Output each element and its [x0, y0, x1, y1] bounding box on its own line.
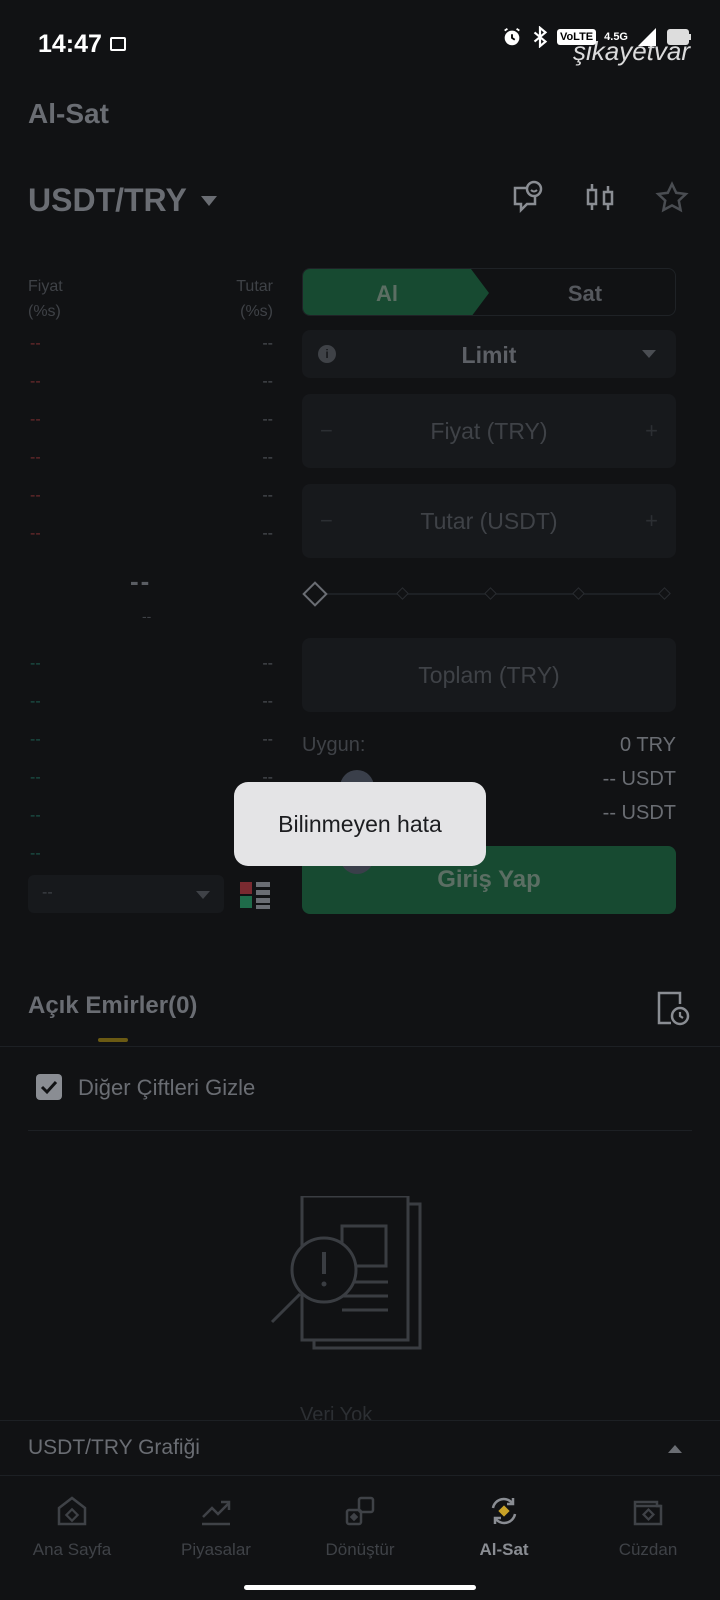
order-book-amount-header: Tutar (%s) — [236, 278, 273, 320]
order-book-view-icon[interactable] — [240, 880, 270, 910]
status-bar: 14:47 VoLTE 4.5G şikayetvar — [0, 0, 720, 92]
fee-value: -- USDT — [602, 802, 676, 824]
bluetooth-icon — [533, 26, 548, 48]
chevron-down-icon — [196, 891, 210, 899]
slider-tick-25[interactable] — [396, 587, 409, 600]
pair-label: USDT/TRY — [28, 182, 187, 218]
bid-row[interactable]: ---- — [28, 769, 273, 789]
watermark-logo: şikayetvar — [572, 36, 690, 66]
amount-increment-button[interactable]: + — [645, 508, 658, 534]
slider-tick-100[interactable] — [658, 587, 671, 600]
ask-row[interactable]: -- -- — [28, 411, 273, 431]
depth-select-value: -- — [42, 884, 53, 901]
candlestick-icon[interactable] — [582, 180, 618, 216]
max-buy-value: -- USDT — [602, 768, 676, 790]
last-price-fiat: -- — [142, 608, 152, 624]
status-time: 14:47 — [38, 30, 102, 58]
ask-row[interactable]: -- -- — [28, 525, 273, 545]
top-actions — [510, 180, 690, 216]
ask-row[interactable]: -- -- — [28, 487, 273, 507]
bid-row[interactable]: ---- — [28, 655, 273, 675]
amount-placeholder: Tutar (USDT) — [420, 508, 558, 534]
ask-row[interactable]: -- -- — [28, 335, 273, 355]
convert-icon — [345, 1496, 375, 1526]
slider-tick-50[interactable] — [484, 587, 497, 600]
tab-buy[interactable]: Al — [303, 269, 489, 315]
order-history-icon[interactable] — [656, 990, 690, 1026]
active-tab-indicator — [98, 1038, 128, 1042]
total-placeholder: Toplam (TRY) — [418, 662, 560, 688]
nav-wallet[interactable]: Cüzdan — [576, 1494, 720, 1560]
order-book-price-header: Fiyat (%s) — [28, 278, 63, 320]
star-icon[interactable] — [654, 180, 690, 216]
order-type-value: Limit — [461, 342, 517, 368]
trade-icon — [491, 1497, 517, 1525]
error-toast: Bilinmeyen hata — [234, 782, 486, 866]
available-value: 0 TRY — [620, 734, 676, 756]
slider-tick-75[interactable] — [572, 587, 585, 600]
pair-selector[interactable]: USDT/TRY — [28, 182, 217, 219]
order-type-select[interactable]: i Limit — [302, 330, 676, 378]
available-label: Uygun: — [302, 734, 366, 756]
page-title: Al-Sat — [28, 98, 109, 129]
markets-icon — [202, 1500, 231, 1526]
alarm-icon — [504, 27, 520, 46]
empty-state-document-icon — [270, 1196, 422, 1350]
total-input[interactable]: Toplam (TRY) — [302, 638, 676, 712]
ask-row[interactable]: -- -- — [28, 449, 273, 469]
nav-home[interactable]: Ana Sayfa — [0, 1494, 144, 1560]
chart-toggle-label: USDT/TRY Grafiği — [28, 1436, 200, 1459]
nav-convert[interactable]: Dönüştür — [288, 1494, 432, 1560]
slider-handle[interactable] — [302, 581, 328, 607]
wallet-icon — [633, 1500, 663, 1526]
price-increment-button[interactable]: + — [645, 418, 658, 444]
chevron-up-icon — [668, 1445, 682, 1453]
gallery-notification-icon — [110, 37, 126, 51]
chart-toggle-bar[interactable]: USDT/TRY Grafiği — [0, 1420, 720, 1476]
nav-trade[interactable]: Al-Sat — [432, 1494, 576, 1560]
price-input[interactable]: − Fiyat (TRY) + — [302, 394, 676, 468]
bid-row[interactable]: ---- — [28, 731, 273, 751]
tab-sell[interactable]: Sat — [493, 281, 675, 307]
last-price: -- — [130, 566, 152, 596]
amount-input[interactable]: − Tutar (USDT) + — [302, 484, 676, 558]
hide-other-pairs-checkbox[interactable] — [36, 1074, 62, 1100]
checkmark-icon — [40, 1080, 58, 1095]
hide-other-pairs-label[interactable]: Diğer Çiftleri Gizle — [78, 1075, 255, 1101]
divider — [28, 1130, 692, 1131]
tab-open-orders[interactable]: Açık Emirler(0) — [28, 992, 197, 1020]
bid-row[interactable]: ---- — [28, 693, 273, 713]
divider — [0, 1046, 720, 1047]
price-placeholder: Fiyat (TRY) — [430, 418, 548, 444]
home-icon — [57, 1496, 87, 1526]
ask-row[interactable]: -- -- — [28, 373, 273, 393]
bottom-nav: Ana Sayfa Piyasalar Dönüştür Al-Sat Cüzd… — [0, 1476, 720, 1600]
nav-markets[interactable]: Piyasalar — [144, 1494, 288, 1560]
home-indicator — [244, 1585, 476, 1590]
depth-select[interactable]: -- — [28, 875, 224, 913]
empty-state-text: Veri Yok — [300, 1404, 373, 1420]
chat-smile-icon[interactable] — [510, 180, 546, 216]
chevron-down-icon — [200, 195, 217, 206]
chevron-down-icon — [642, 350, 656, 358]
amount-slider[interactable] — [302, 581, 676, 607]
buy-sell-tabs: Al Sat — [302, 268, 676, 316]
